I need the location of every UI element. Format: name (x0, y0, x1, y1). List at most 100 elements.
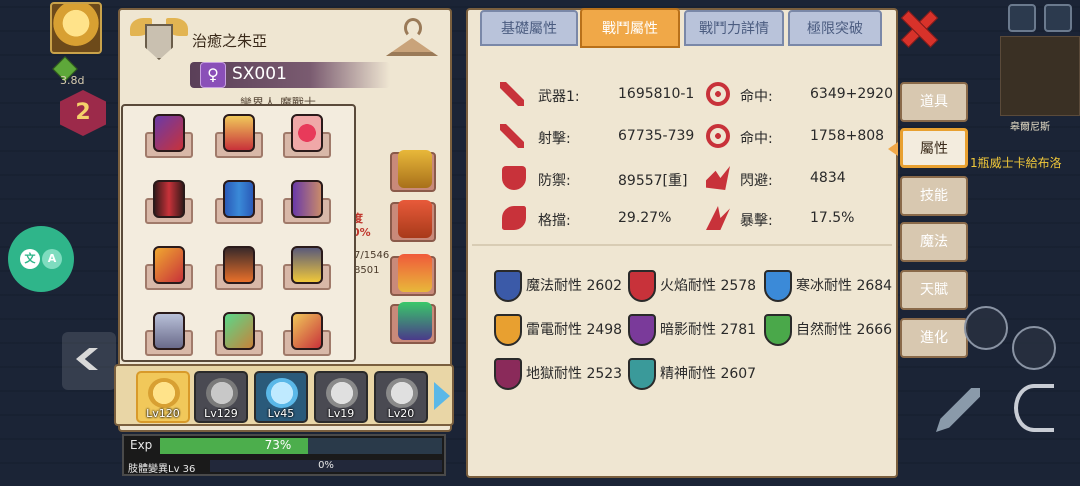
stat-row: 射擊: 67735-739 命中: 1758+808 (500, 122, 890, 152)
equip-item-cloak[interactable] (143, 180, 195, 228)
fire-resist-icon (628, 270, 656, 302)
resistance-label: 寒冰耐性 2684 (796, 278, 893, 294)
stat-label: 防禦: (538, 173, 571, 189)
swap-icon[interactable] (964, 306, 1008, 350)
party-member-3[interactable]: Lv45 (254, 371, 308, 423)
equip-slot-helmet[interactable] (390, 150, 436, 192)
translate-en-icon: A (42, 249, 62, 269)
resistance-magic: 魔法耐性 2602 (494, 270, 622, 302)
menu-skills[interactable]: 技能 (900, 176, 968, 216)
equip-item-amulet[interactable] (213, 114, 265, 162)
party-member-level: Lv120 (146, 407, 180, 420)
tab-combat-power-details[interactable]: 戰鬥力詳情 (684, 10, 784, 46)
equip-slot-ring[interactable] (390, 302, 436, 344)
translate-button[interactable]: 文 A (8, 226, 74, 292)
stat-label: 格擋: (538, 213, 571, 229)
stat-value: 89557[重] (618, 173, 688, 189)
stat-label: 射擊: (538, 131, 571, 147)
equip-item-cross-shield[interactable] (143, 312, 195, 360)
resistance-lightning: 雷電耐性 2498 (494, 314, 622, 346)
quest-text[interactable]: 1瓶威士卡給布洛 (970, 154, 1062, 171)
equip-item-robe[interactable] (281, 180, 333, 228)
shadow-resist-icon (628, 314, 656, 346)
stat-label: 暴擊: (740, 213, 773, 229)
character-id: SX001 (232, 64, 287, 84)
spirit-resist-icon (628, 358, 656, 390)
wardrobe-hanger-button[interactable] (384, 16, 440, 64)
menu-magic[interactable]: 魔法 (900, 222, 968, 262)
stat-label: 武器1: (538, 89, 580, 105)
menu-evolution[interactable]: 進化 (900, 318, 968, 358)
translate-zh-icon: 文 (20, 249, 40, 269)
party-member-2[interactable]: Lv129 (194, 371, 248, 423)
equip-item-staff[interactable] (143, 246, 195, 294)
partial-stat-b: 7/1546 8501 (354, 250, 390, 276)
party-member-1[interactable]: Lv120 (136, 371, 190, 423)
block-icon (502, 206, 526, 230)
stat-value: 1758+808 (810, 128, 885, 144)
equip-slot-boots[interactable] (390, 254, 436, 296)
equip-slot-armor[interactable] (390, 200, 436, 242)
tab-limit-break[interactable]: 極限突破 (788, 10, 882, 46)
resistance-nature: 自然耐性 2666 (764, 314, 892, 346)
lightning-resist-icon (494, 314, 522, 346)
exit-icon[interactable] (1044, 4, 1072, 32)
equip-item-helm[interactable] (143, 114, 195, 162)
party-member-5[interactable]: Lv20 (374, 371, 428, 423)
resistance-label: 火焰耐性 2578 (660, 278, 757, 294)
stat-value: 6349+2920 (810, 86, 893, 102)
dodge-icon (706, 166, 730, 190)
menu-attributes[interactable]: 屬性 (900, 128, 968, 168)
magic-resist-icon (494, 270, 522, 302)
party-selector: Lv120 Lv129 Lv45 Lv19 Lv20 (114, 364, 454, 426)
menu-items[interactable]: 道具 (900, 82, 968, 122)
female-gender-icon: ♀ (200, 62, 226, 88)
back-arrow-button[interactable] (62, 332, 116, 390)
section-divider (472, 244, 892, 246)
npc-name: 皋爾尼斯 (1010, 122, 1050, 133)
crit-icon (706, 206, 730, 230)
resistance-ice: 寒冰耐性 2684 (764, 270, 892, 302)
resistance-shadow: 暗影耐性 2781 (628, 314, 756, 346)
computer-icon[interactable] (1008, 4, 1036, 32)
minimap[interactable] (1000, 36, 1080, 116)
timer-text: 3.8d (60, 74, 85, 87)
bow-weapon-icon[interactable] (1014, 384, 1054, 432)
winged-crest-icon (130, 16, 188, 62)
resistance-label: 魔法耐性 2602 (526, 278, 623, 294)
party-member-level: Lv45 (267, 407, 295, 420)
stat-value: 4834 (810, 170, 846, 186)
sword-icon (500, 82, 524, 106)
shield-icon (502, 166, 526, 190)
stat-row: 格擋: 29.27% 暴擊: 17.5% (500, 204, 890, 234)
equip-item-necklace[interactable] (281, 114, 333, 162)
stat-value: 67735-739 (618, 128, 695, 144)
equipment-popup (121, 104, 356, 362)
party-member-4[interactable]: Lv19 (314, 371, 368, 423)
stat-label: 命中: (740, 131, 773, 147)
stat-label: 閃避: (740, 173, 773, 189)
equip-item-wand[interactable] (213, 312, 265, 360)
target-icon (706, 82, 730, 106)
close-icon[interactable] (900, 10, 936, 46)
sword-icon (500, 124, 524, 148)
hourglass-icon[interactable] (1012, 326, 1056, 370)
ice-resist-icon (764, 270, 792, 302)
tab-basic-attributes[interactable]: 基礎屬性 (480, 10, 578, 46)
menu-talents[interactable]: 天賦 (900, 270, 968, 310)
equip-item-vest[interactable] (213, 180, 265, 228)
mutation-label: 肢體變異Lv 36 (128, 464, 196, 475)
stat-value: 1695810-1 (618, 86, 695, 102)
resistance-hell: 地獄耐性 2523 (494, 358, 622, 390)
mutation-percent: 0% (318, 460, 334, 471)
stats-panel (466, 8, 898, 478)
party-member-level: Lv129 (204, 407, 238, 420)
equip-item-crest[interactable] (281, 246, 333, 294)
resistance-label: 自然耐性 2666 (796, 322, 893, 338)
equip-item-shield[interactable] (213, 246, 265, 294)
equip-item-spear[interactable] (281, 312, 333, 360)
player-avatar[interactable] (50, 2, 102, 54)
exp-label: Exp (130, 438, 153, 452)
resistance-label: 精神耐性 2607 (660, 366, 757, 382)
tab-combat-attributes[interactable]: 戰鬥屬性 (580, 8, 680, 48)
